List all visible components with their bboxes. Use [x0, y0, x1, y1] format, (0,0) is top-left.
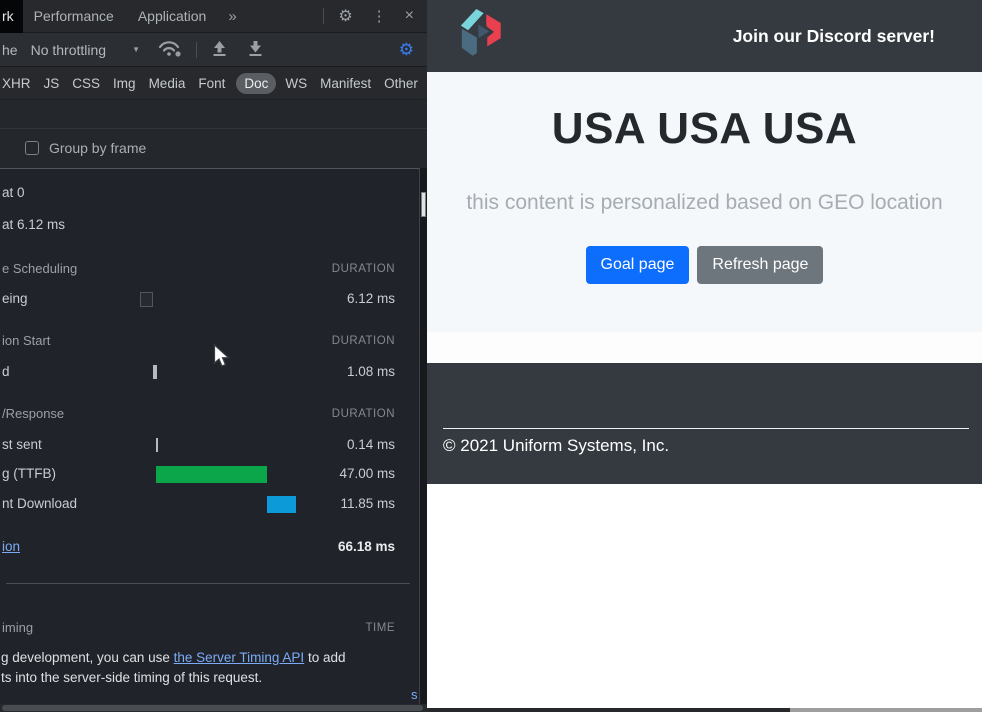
hero-section: USA USA USA this content is personalized… — [427, 72, 982, 332]
row-value: 6.12 ms — [347, 291, 395, 306]
mouse-cursor — [213, 344, 231, 374]
throttling-select[interactable]: No throttling — [31, 42, 106, 58]
copyright-text: © 2021 Uniform Systems, Inc. — [443, 436, 969, 456]
network-settings-gear-icon-active[interactable]: ⚙ — [399, 40, 414, 60]
horizontal-scrollbar-thumb[interactable] — [2, 705, 423, 711]
timing-row-queueing: eing 6.12 ms — [0, 291, 420, 309]
divider — [6, 583, 410, 584]
queueing-bar — [140, 292, 153, 307]
content-download-bar — [267, 496, 296, 513]
tab-performance[interactable]: Performance — [34, 8, 114, 24]
page-footer: © 2021 Uniform Systems, Inc. — [427, 363, 982, 484]
divider — [323, 8, 324, 24]
explanation-link-partial[interactable]: ion — [2, 539, 20, 554]
network-conditions-icon[interactable] — [157, 38, 183, 61]
stalled-bar — [153, 365, 157, 379]
devtools-tabbar: rk Performance Application » ⚙ ⋮ × — [0, 0, 427, 33]
section-connection-start: ion Start DURATION — [0, 333, 420, 351]
tab-application[interactable]: Application — [138, 8, 207, 24]
section-gap — [427, 332, 982, 363]
queued-at-label: at 0 — [2, 185, 25, 200]
server-timing-note-line1: g development, you can use the Server Ti… — [1, 650, 405, 665]
row-value: 1.08 ms — [347, 364, 395, 379]
row-label: nt Download — [2, 496, 77, 511]
server-timing-note-line2: ts into the server-side timing of this r… — [1, 670, 405, 685]
started-at-label: at 6.12 ms — [2, 217, 65, 232]
duration-column-header: DURATION — [332, 335, 395, 347]
refresh-page-button[interactable]: Refresh page — [697, 246, 823, 284]
timing-row-waiting-ttfb: g (TTFB) 47.00 ms — [0, 466, 420, 484]
filter-css[interactable]: CSS — [72, 76, 100, 91]
horizontal-scrollbar[interactable] — [0, 704, 427, 712]
page-title: USA USA USA — [427, 104, 982, 154]
screenshot-root: rk Performance Application » ⚙ ⋮ × he No… — [0, 0, 982, 712]
filter-doc-active[interactable]: Doc — [236, 73, 276, 94]
import-har-icon[interactable] — [211, 40, 228, 60]
group-by-frame-label: Group by frame — [49, 140, 146, 156]
group-by-frame-checkbox[interactable] — [25, 141, 39, 155]
row-label: d — [2, 364, 10, 379]
group-by-frame-bar: Group by frame — [0, 129, 427, 167]
section-label: e Scheduling — [2, 261, 77, 276]
note-text: to add — [304, 650, 345, 665]
close-icon[interactable]: × — [405, 7, 414, 25]
uniform-hexagon-logo[interactable] — [454, 8, 506, 64]
request-sent-bar — [156, 438, 158, 452]
row-label: eing — [2, 291, 28, 306]
browser-page: Join our Discord server! USA USA USA thi… — [427, 0, 982, 712]
filter-img[interactable]: Img — [113, 76, 136, 91]
goal-page-button[interactable]: Goal page — [586, 246, 690, 284]
tab-network-partial[interactable]: rk — [0, 0, 23, 33]
waiting-ttfb-bar — [156, 466, 267, 483]
divider — [196, 42, 197, 58]
row-value: 47.00 ms — [339, 466, 395, 481]
total-duration-value: 66.18 ms — [338, 539, 395, 554]
filter-font[interactable]: Font — [198, 76, 225, 91]
export-har-icon[interactable] — [247, 40, 264, 60]
timing-pane: at 0 at 6.12 ms e Scheduling DURATION ei… — [0, 168, 420, 704]
timing-row-total: ion 66.18 ms — [0, 539, 420, 557]
section-resource-scheduling: e Scheduling DURATION — [0, 261, 420, 279]
hero-buttons: Goal page Refresh page — [427, 246, 982, 284]
row-label: g (TTFB) — [2, 466, 56, 481]
disable-cache-label-partial[interactable]: he — [2, 42, 18, 58]
filter-ws[interactable]: WS — [285, 76, 307, 91]
network-toolbar: he No throttling ▼ — [0, 33, 427, 67]
bottom-scrollbar-track[interactable] — [427, 708, 790, 712]
row-value: 0.14 ms — [347, 437, 395, 452]
section-label: /Response — [2, 406, 64, 421]
note-text: g development, you can use — [1, 650, 174, 665]
more-options-icon[interactable]: ⋮ — [372, 7, 387, 25]
filter-media[interactable]: Media — [149, 76, 186, 91]
timing-row-request-sent: st sent 0.14 ms — [0, 437, 420, 455]
settings-gear-icon[interactable]: ⚙ — [338, 6, 352, 26]
row-value: 11.85 ms — [340, 496, 395, 511]
filter-other[interactable]: Other — [384, 76, 418, 91]
server-timing-api-link[interactable]: the Server Timing API — [174, 650, 305, 665]
filter-manifest[interactable]: Manifest — [320, 76, 371, 91]
duration-column-header: DURATION — [332, 408, 395, 420]
clipped-link-text: s — [411, 687, 418, 702]
vertical-scrollbar[interactable] — [420, 168, 427, 704]
time-column-header: TIME — [366, 622, 395, 634]
hero-subtitle: this content is personalized based on GE… — [427, 191, 982, 215]
duration-column-header: DURATION — [332, 263, 395, 275]
bottom-scrollbar-thumb[interactable] — [790, 708, 982, 712]
section-server-timing: iming TIME — [0, 620, 420, 638]
section-request-response: /Response DURATION — [0, 406, 420, 424]
discord-banner-text: Join our Discord server! — [733, 26, 935, 47]
chevron-down-icon[interactable]: ▼ — [132, 45, 140, 54]
timing-row-content-download: nt Download 11.85 ms — [0, 496, 420, 514]
vertical-scrollbar-thumb[interactable] — [421, 192, 426, 217]
timing-row-stalled: d 1.08 ms — [0, 364, 420, 382]
page-header: Join our Discord server! — [427, 0, 982, 72]
tab-overflow-icon[interactable]: » — [228, 8, 236, 25]
request-type-filterbar: XHR JS CSS Img Media Font Doc WS Manifes… — [0, 67, 427, 100]
section-label: ion Start — [2, 333, 50, 348]
filter-js[interactable]: JS — [44, 76, 60, 91]
footer-divider — [443, 428, 969, 429]
row-label: st sent — [2, 437, 42, 452]
filter-xhr[interactable]: XHR — [2, 76, 31, 91]
section-label: iming — [2, 620, 33, 635]
